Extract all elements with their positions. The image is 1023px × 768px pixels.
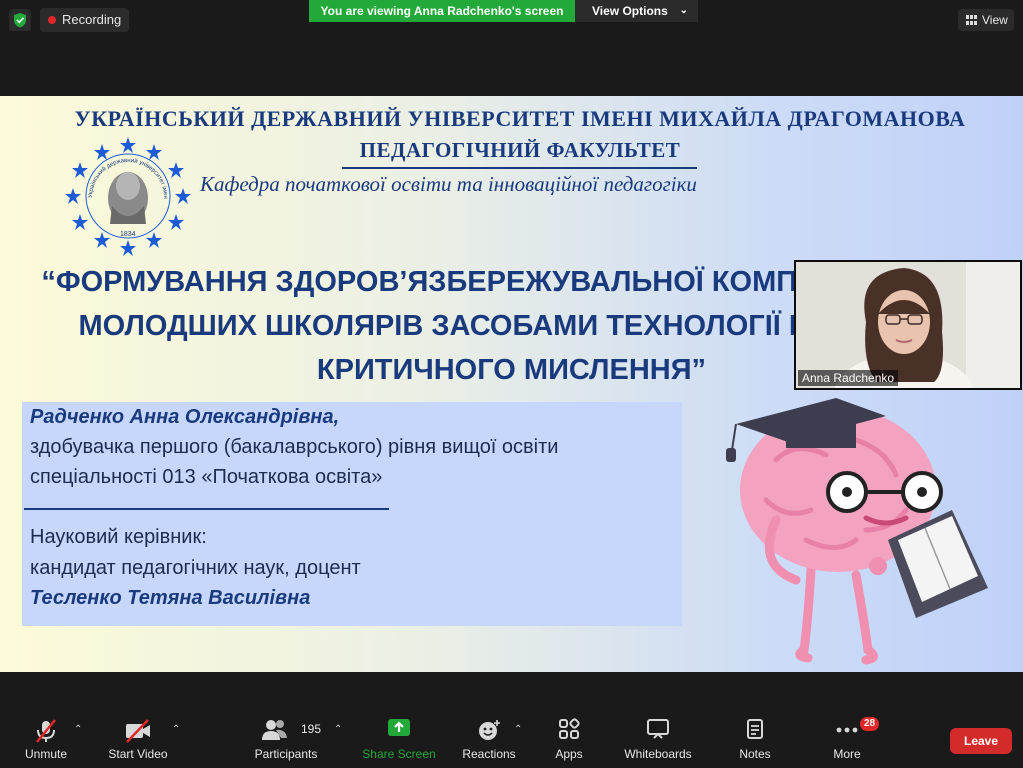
grid-view-icon [966,15,977,25]
participant-name-label: Anna Radchenko [798,370,899,386]
participants-count: 195 [301,722,322,736]
audio-options-caret-icon[interactable]: ⌃ [74,724,82,735]
security-shield-icon[interactable] [9,9,31,31]
start-video-label: Start Video [108,747,168,761]
recording-dot-icon [48,16,56,24]
view-options-label: View Options [592,4,668,18]
more-dots-icon [836,727,858,733]
notes-button[interactable]: Notes [734,718,776,762]
share-screen-label: Share Screen [362,747,436,761]
info-separator [24,508,389,510]
reactions-label: Reactions [462,747,516,761]
department-title: Кафедра початкової освіти та інноваційно… [200,172,697,196]
share-screen-button[interactable]: Share Screen [362,718,436,762]
reactions-options-caret-icon[interactable]: ⌃ [514,724,522,735]
microphone-muted-icon [36,719,56,743]
start-video-button[interactable]: Start Video [104,718,172,762]
viewing-banner: You are viewing Anna Radchenko's screen [309,0,575,22]
smiley-icon [479,720,500,740]
participants-options-caret-icon[interactable]: ⌃ [334,724,342,735]
recording-indicator[interactable]: Recording [40,8,130,32]
apps-icon [559,718,580,739]
participants-icon [262,720,288,740]
author-info-box: Радченко Анна Олександрівна, здобувачка … [22,402,682,626]
apps-button[interactable]: Apps [548,718,590,762]
logo-year: 1834 [120,231,136,238]
view-options-button[interactable]: View Options ⌄ [575,0,698,22]
recording-label: Recording [62,12,122,27]
zoom-meeting-window: Recording You are viewing Anna Radchenko… [0,0,1023,768]
supervisor-degree: кандидат педагогічних наук, доцент [30,557,361,579]
author-specialty: спеціальності 013 «Початкова освіта» [30,466,383,488]
supervisor-name: Тесленко Тетяна Василівна [30,587,311,609]
whiteboard-icon [647,719,669,739]
university-title: УКРАЇНСЬКИЙ ДЕРЖАВНИЙ УНІВЕРСИТЕТ ІМЕНІ … [74,106,966,131]
notes-icon [747,719,763,739]
supervisor-label: Науковий керівник: [30,526,207,548]
meeting-toolbar: Unmute ⌃ Start Video ⌃ Participants 195 … [0,672,1023,768]
reactions-button[interactable]: Reactions [458,718,520,762]
apps-label: Apps [555,747,583,761]
brain-graduate-icon [726,398,988,665]
chevron-down-icon: ⌄ [679,5,688,16]
participant-video-tile[interactable]: Anna Radchenko [794,260,1022,390]
video-camera-off-icon [126,719,150,743]
video-options-caret-icon[interactable]: ⌃ [172,724,180,735]
share-screen-icon [388,719,410,736]
view-button[interactable]: View [958,9,1014,31]
unmute-label: Unmute [24,747,68,761]
whiteboards-label: Whiteboards [624,747,692,761]
more-label: More [833,747,861,761]
notes-label: Notes [739,747,771,761]
top-bar: Recording You are viewing Anna Radchenko… [0,0,1023,96]
leave-button[interactable]: Leave [950,728,1012,754]
unmute-button[interactable]: Unmute [20,718,72,762]
author-name: Радченко Анна Олександрівна, [30,406,340,428]
author-degree: здобувачка першого (бакалаврського) рівн… [30,436,559,458]
whiteboards-button[interactable]: Whiteboards [620,718,696,762]
shared-screen-slide: УКРАЇНСЬКИЙ ДЕРЖАВНИЙ УНІВЕРСИТЕТ ІМЕНІ … [0,96,1023,672]
faculty-underline [342,167,697,169]
more-notification-badge: 28 [860,717,880,731]
university-logo-icon: Український державний університет імені … [62,136,191,256]
participants-label: Participants [254,747,318,761]
view-label: View [982,13,1008,27]
